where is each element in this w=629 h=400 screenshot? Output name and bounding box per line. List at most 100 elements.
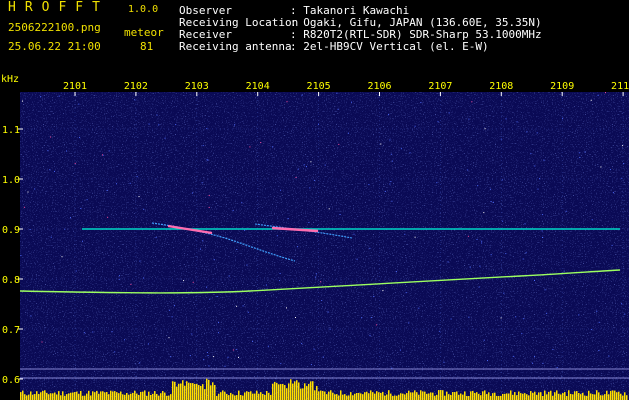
noise-speckle: [539, 178, 540, 180]
noise-speckle: [418, 307, 420, 309]
noise-speckle: [405, 292, 407, 294]
histogram-bar: [260, 392, 262, 400]
noise-speckle: [523, 318, 525, 320]
histogram-bar: [464, 391, 466, 400]
noise-speckle: [543, 159, 545, 161]
noise-speckle: [201, 182, 203, 184]
noise-speckle: [484, 128, 486, 130]
noise-speckle: [597, 94, 599, 96]
histogram-bar: [314, 390, 316, 400]
histogram-bar: [252, 393, 254, 400]
histogram-bar: [72, 392, 74, 400]
histogram-bar: [292, 383, 294, 400]
noise-speckle: [118, 278, 120, 280]
histogram-bar: [580, 394, 582, 400]
noise-speckle: [526, 131, 528, 133]
histogram-bar: [514, 392, 516, 400]
noise-speckle: [189, 355, 191, 356]
noise-speckle: [280, 363, 282, 365]
noise-speckle: [296, 246, 298, 248]
noise-speckle: [623, 162, 625, 164]
histogram-bar: [46, 392, 48, 400]
noise-speckle: [295, 176, 297, 178]
noise-speckle: [380, 143, 382, 145]
histogram-bar: [426, 393, 428, 400]
histogram-bar: [452, 392, 454, 400]
noise-speckle: [351, 101, 352, 103]
frequency-tick-label: 1.0: [2, 175, 20, 186]
noise-speckle: [238, 356, 239, 358]
noise-speckle: [200, 248, 201, 250]
noise-speckle: [337, 108, 339, 110]
noise-speckle: [119, 275, 120, 277]
histogram-bar: [480, 395, 482, 400]
histogram-bar: [348, 395, 350, 400]
frequency-axis: 1.1 1.0 0.9 0.8 0.7 0.6: [2, 125, 23, 386]
histogram-bar: [116, 392, 118, 400]
histogram-bar: [294, 381, 296, 400]
histogram-bar: [410, 392, 412, 400]
histogram-bar: [24, 394, 26, 400]
noise-speckle: [556, 367, 558, 369]
time-tick-label: 2103: [185, 81, 209, 92]
noise-speckle: [481, 240, 483, 242]
noise-speckle: [373, 295, 375, 297]
histogram-bar: [436, 394, 438, 400]
histogram-bar: [386, 394, 388, 400]
noise-speckle: [476, 239, 478, 240]
noise-speckle: [324, 164, 326, 166]
histogram-bar: [442, 390, 444, 400]
noise-speckle: [611, 244, 613, 246]
noise-speckle: [541, 230, 543, 232]
noise-speckle: [241, 202, 243, 204]
frequency-tick-label: 0.6: [2, 375, 20, 386]
histogram-bar: [108, 394, 110, 400]
histogram-bar: [584, 395, 586, 400]
histogram-bar: [450, 394, 452, 400]
noise-speckle: [483, 339, 485, 341]
histogram-bar: [248, 391, 250, 400]
histogram-bar: [488, 392, 490, 400]
noise-speckle: [130, 283, 132, 285]
histogram-bar: [68, 393, 70, 400]
noise-speckle: [206, 352, 208, 353]
noise-speckle: [596, 310, 598, 312]
file-name: 2506222100.png: [8, 21, 101, 34]
noise-speckle: [598, 321, 600, 323]
noise-speckle: [469, 266, 471, 268]
histogram-bar: [168, 395, 170, 400]
noise-speckle: [232, 349, 234, 351]
histogram-bar: [478, 393, 480, 400]
noise-speckle: [382, 290, 384, 292]
histogram-bar: [268, 392, 270, 400]
histogram-bar: [176, 386, 178, 400]
histogram-bar: [516, 395, 518, 400]
noise-speckle: [468, 316, 470, 318]
noise-speckle: [265, 284, 267, 286]
noise-speckle: [493, 201, 494, 203]
noise-speckle: [490, 254, 492, 256]
histogram-bar: [576, 391, 578, 400]
histogram-bar: [158, 395, 160, 400]
histogram-bar: [424, 391, 426, 400]
histogram-bar: [528, 395, 530, 400]
histogram-bar: [82, 395, 84, 400]
histogram-bar: [94, 392, 96, 400]
histogram-bar: [470, 391, 472, 400]
noise-speckle: [339, 214, 341, 215]
histogram-bar: [30, 391, 32, 400]
histogram-bar: [150, 394, 152, 400]
histogram-bar: [402, 393, 404, 400]
histogram-bar: [342, 394, 344, 400]
histogram-bar: [372, 392, 374, 400]
time-tick-label: 2110: [611, 81, 629, 92]
noise-speckle: [164, 137, 166, 139]
noise-speckle: [227, 356, 229, 358]
histogram-bar: [358, 392, 360, 400]
histogram-bar: [74, 392, 76, 400]
noise-speckle: [246, 264, 248, 266]
histogram-bar: [306, 386, 308, 400]
histogram-bar: [438, 390, 440, 400]
histogram-bar: [482, 391, 484, 400]
noise-speckle: [369, 334, 371, 336]
